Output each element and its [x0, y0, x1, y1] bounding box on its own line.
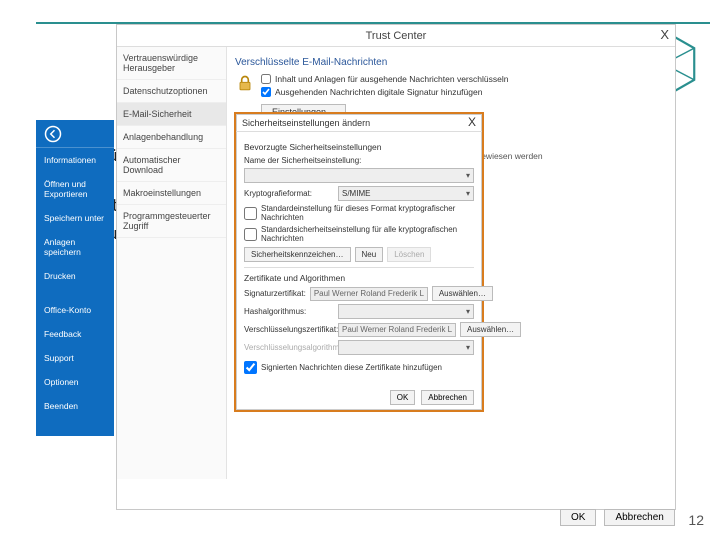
tc-cancel-button[interactable]: Abbrechen: [604, 509, 674, 526]
ss-crypto-select[interactable]: S/MIME ▾: [338, 186, 474, 201]
tc-nav-programmatic[interactable]: Programmgesteuerter Zugriff: [117, 205, 226, 238]
btn-choose-sigcert[interactable]: Auswählen…: [432, 286, 493, 301]
outlook-backstage-sidebar: Informationen Öffnen und Exportieren Spe…: [36, 120, 114, 436]
bs-item-support[interactable]: Support: [36, 346, 114, 370]
bs-item-info[interactable]: Informationen: [36, 148, 114, 172]
chk-default-all[interactable]: Standardsicherheitseinstellung für alle …: [244, 225, 474, 243]
trust-center-footer: OK Abbrechen: [560, 505, 675, 526]
close-icon[interactable]: X: [660, 27, 669, 42]
tc-section-encrypted-email: Verschlüsselte E-Mail-Nachrichten: [235, 57, 667, 68]
btn-security-labels[interactable]: Sicherheitskennzeichen…: [244, 247, 351, 262]
ss-pref-header: Bevorzugte Sicherheitseinstellungen: [244, 142, 474, 152]
chevron-down-icon: ▾: [466, 171, 470, 180]
trust-center-title: Trust Center: [366, 30, 427, 42]
bs-item-exit[interactable]: Beenden: [36, 394, 114, 418]
btn-delete: Löschen: [387, 247, 431, 262]
bs-item-save-as[interactable]: Speichern unter: [36, 206, 114, 230]
ss-encalg-select: ▾: [338, 340, 474, 355]
ss-crypto-label: Kryptografieformat:: [244, 189, 334, 198]
trust-center-titlebar: Trust Center X: [117, 25, 675, 47]
chk-sign-outgoing[interactable]: Ausgehenden Nachrichten digitale Signatu…: [261, 87, 508, 97]
bs-item-feedback[interactable]: Feedback: [36, 322, 114, 346]
chk-sign-outgoing-label: Ausgehenden Nachrichten digitale Signatu…: [275, 87, 482, 97]
btn-choose-enccert[interactable]: Auswählen…: [460, 322, 521, 337]
tc-ok-button[interactable]: OK: [560, 509, 596, 526]
chk-send-certs-label: Signierten Nachrichten diese Zertifikate…: [261, 363, 442, 372]
chk-encrypt-outgoing[interactable]: Inhalt und Anlagen für ausgehende Nachri…: [261, 74, 508, 84]
ss-hash-select[interactable]: ▾: [338, 304, 474, 319]
backstage-back-button[interactable]: [36, 120, 114, 148]
close-icon[interactable]: X: [468, 115, 476, 129]
ss-sigcert-value: [310, 287, 428, 301]
chk-encrypt-outgoing-label: Inhalt und Anlagen für ausgehende Nachri…: [275, 74, 508, 84]
tc-nav-privacy[interactable]: Datenschutzoptionen: [117, 80, 226, 103]
ss-crypto-value: S/MIME: [342, 189, 370, 198]
page-number: 12: [688, 512, 704, 528]
chevron-down-icon: ▾: [466, 343, 470, 352]
tc-nav-email-security[interactable]: E-Mail-Sicherheit: [117, 103, 226, 126]
ss-sigcert-label: Signaturzertifikat:: [244, 289, 306, 298]
ss-name-select[interactable]: ▾: [244, 168, 474, 183]
tc-nav-macro[interactable]: Makroeinstellungen: [117, 182, 226, 205]
ss-name-label: Name der Sicherheitseinstellung:: [244, 156, 474, 165]
chk-default-format-label: Standardeinstellung für dieses Format kr…: [261, 204, 474, 222]
tc-nav-auto-download[interactable]: Automatischer Download: [117, 149, 226, 182]
ss-enccert-label: Verschlüsselungszertifikat:: [244, 325, 334, 334]
security-settings-title: Sicherheitseinstellungen ändern: [242, 118, 370, 128]
back-arrow-icon: [44, 125, 62, 143]
ss-enccert-value: [338, 323, 456, 337]
security-settings-titlebar: Sicherheitseinstellungen ändern X: [236, 114, 482, 132]
bs-item-open-export[interactable]: Öffnen und Exportieren: [36, 172, 114, 206]
security-settings-dialog: Sicherheitseinstellungen ändern X Bevorz…: [234, 112, 484, 412]
chk-send-certs[interactable]: Signierten Nachrichten diese Zertifikate…: [244, 361, 474, 374]
lock-icon: [235, 74, 255, 94]
chevron-down-icon: ▾: [466, 189, 470, 198]
ss-cert-header: Zertifikate und Algorithmen: [244, 273, 474, 283]
bs-item-save-attachments[interactable]: Anlagen speichern: [36, 230, 114, 264]
chevron-down-icon: ▾: [466, 307, 470, 316]
bs-item-options[interactable]: Optionen: [36, 370, 114, 394]
bs-item-print[interactable]: Drucken: [36, 264, 114, 288]
ss-ok-button[interactable]: OK: [390, 390, 416, 405]
tc-nav-trusted-publishers[interactable]: Vertrauenswürdige Herausgeber: [117, 47, 226, 80]
ss-cancel-button[interactable]: Abbrechen: [421, 390, 474, 405]
trust-center-left-nav: Vertrauenswürdige Herausgeber Datenschut…: [117, 47, 227, 479]
chk-default-format[interactable]: Standardeinstellung für dieses Format kr…: [244, 204, 474, 222]
bs-item-account[interactable]: Office-Konto: [36, 298, 114, 322]
btn-new[interactable]: Neu: [355, 247, 384, 262]
ss-encalg-label: Verschlüsselungsalgorithmus:: [244, 343, 334, 352]
ss-hash-label: Hashalgorithmus:: [244, 307, 334, 316]
tc-nav-attachments[interactable]: Anlagenbehandlung: [117, 126, 226, 149]
chk-default-all-label: Standardsicherheitseinstellung für alle …: [261, 225, 474, 243]
